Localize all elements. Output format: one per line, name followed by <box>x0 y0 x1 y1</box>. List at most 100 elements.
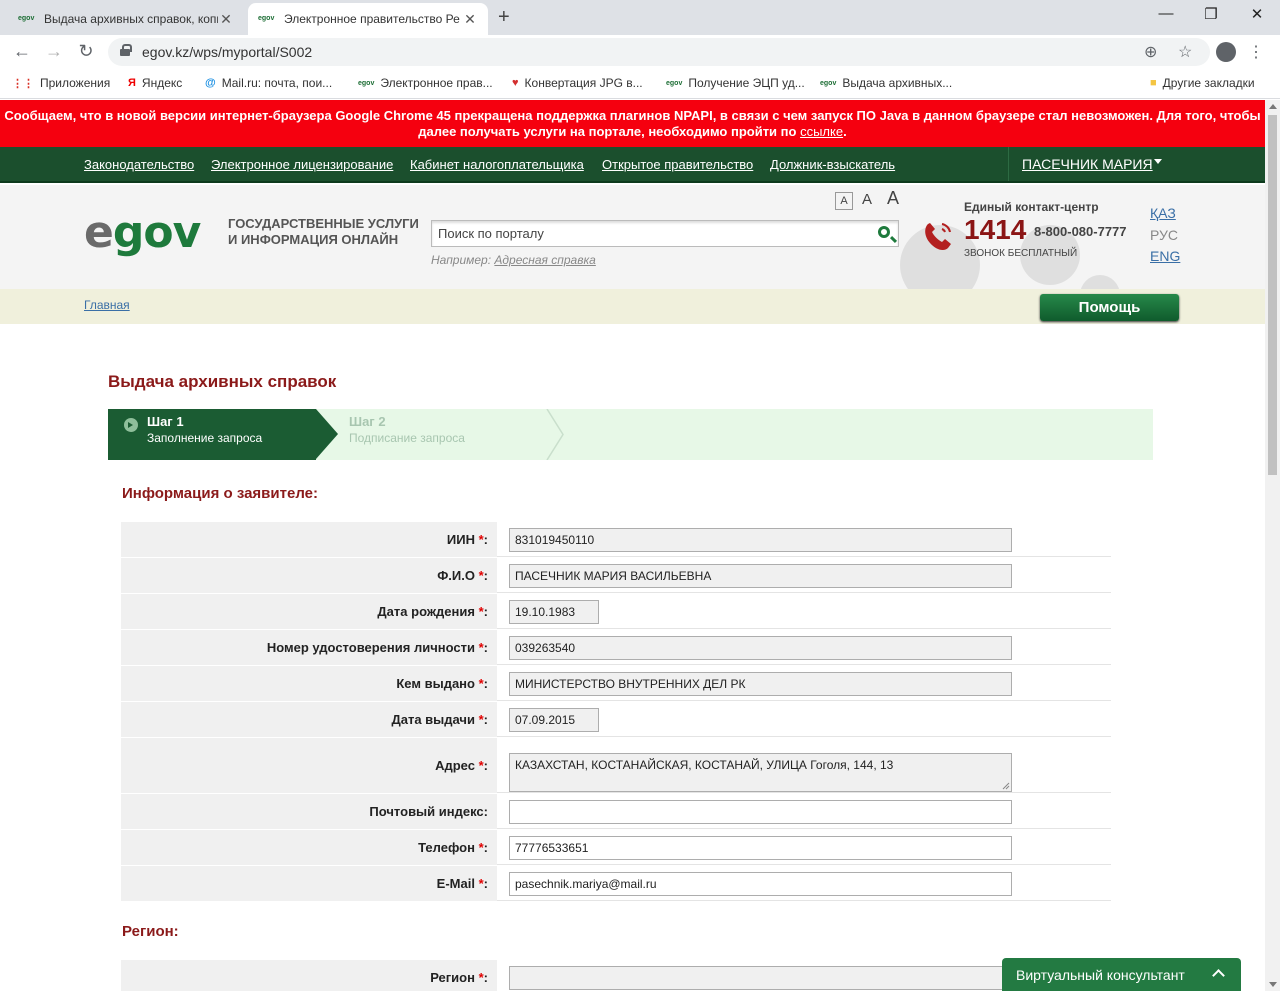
egov-favicon-icon: egov <box>258 15 275 22</box>
bookmarks-bar: ⋮⋮ Приложения Я Яндекс @ Mail.ru: почта,… <box>0 69 1280 99</box>
browser-toolbar: ← → ↻ egov.kz/wps/myportal/S002 ⊕ ☆ <box>0 35 1280 69</box>
nav-legislation[interactable]: Законодательство <box>84 157 194 172</box>
egov-logo[interactable]: egov <box>84 207 201 258</box>
step-1-arrow <box>316 409 338 459</box>
postal-code-field[interactable] <box>509 800 1012 824</box>
reload-icon[interactable]: ↻ <box>74 41 98 62</box>
browser-menu-icon[interactable]: ⋮ <box>1248 42 1264 62</box>
back-arrow-icon[interactable]: ← <box>10 41 34 62</box>
help-button[interactable]: Помощь <box>1040 294 1179 321</box>
field-label: Дата рождения *: <box>121 594 497 629</box>
site-tagline: ГОСУДАРСТВЕННЫЕ УСЛУГИ И ИНФОРМАЦИЯ ОНЛА… <box>228 216 419 247</box>
contact-center-title: Единый контакт-центр <box>964 200 1099 214</box>
field-row-address: Адрес *: КАЗАХСТАН, КОСТАНАЙСКАЯ, КОСТАН… <box>121 738 1111 794</box>
step-1: Шаг 1 Заполнение запроса <box>108 409 316 460</box>
bookmark-yandex[interactable]: Я Яндекс <box>128 76 182 90</box>
account-avatar-icon[interactable] <box>1216 42 1236 62</box>
bookmark-label: Другие закладки <box>1162 76 1255 90</box>
bookmark-mailru[interactable]: @ Mail.ru: почта, пои... <box>205 76 332 90</box>
top-navigation: Законодательство Электронное лицензирова… <box>0 147 1265 183</box>
resize-grip-icon[interactable] <box>1002 782 1010 790</box>
field-label: Регион *: <box>121 960 497 991</box>
nav-licensing[interactable]: Электронное лицензирование <box>211 157 393 172</box>
bookmark-other[interactable]: ■ Другие закладки <box>1150 76 1255 90</box>
iin-field[interactable]: 831019450110 <box>509 528 1012 552</box>
contact-center-number: 1414 <box>964 214 1027 245</box>
field-row-phone: Телефон *: 77776533651 <box>121 830 1111 866</box>
nav-open-government[interactable]: Открытое правительство <box>602 157 753 172</box>
browser-tab-archive[interactable]: egov Выдача архивных справок, копи ✕ <box>8 3 244 35</box>
font-size-small-button[interactable]: A <box>835 192 853 210</box>
field-label: Номер удостоверения личности *: <box>121 630 497 665</box>
step-1-title: Шаг 1 <box>147 414 184 429</box>
phone-field[interactable]: 77776533651 <box>509 836 1012 860</box>
region-section-title: Регион: <box>122 923 179 940</box>
scroll-thumb[interactable] <box>1268 115 1277 475</box>
search-input[interactable] <box>432 221 862 246</box>
close-tab-icon[interactable]: ✕ <box>462 11 478 28</box>
tab-title: Электронное правительство Ре <box>284 12 460 26</box>
breadcrumb-home[interactable]: Главная <box>84 298 130 312</box>
field-label: Адрес *: <box>121 738 497 793</box>
mailru-icon: @ <box>205 77 216 89</box>
font-size-medium-button[interactable]: A <box>862 191 872 208</box>
user-menu[interactable]: ПАСЕЧНИК МАРИЯ <box>1022 156 1153 172</box>
bookmark-star-icon[interactable]: ☆ <box>1178 42 1192 62</box>
field-row-id-number: Номер удостоверения личности *: 03926354… <box>121 630 1111 666</box>
nav-debtor[interactable]: Должник-взыскатель <box>770 157 895 172</box>
address-bar[interactable]: egov.kz/wps/myportal/S002 ⊕ ☆ <box>108 38 1210 66</box>
lang-russian: РУС <box>1150 227 1179 243</box>
fio-field[interactable]: ПАСЕЧНИК МАРИЯ ВАСИЛЬЕВНА <box>509 564 1012 588</box>
field-label: Ф.И.О *: <box>121 558 497 593</box>
zoom-icon[interactable]: ⊕ <box>1144 42 1157 62</box>
browser-tab-egov[interactable]: egov Электронное правительство Ре ✕ <box>248 3 488 35</box>
birthdate-field[interactable]: 19.10.1983 <box>509 600 599 624</box>
minimize-window-button[interactable]: — <box>1154 5 1178 22</box>
bookmark-egov-3[interactable]: egov Выдача архивных... <box>820 76 952 90</box>
id-number-field[interactable]: 039263540 <box>509 636 1012 660</box>
egov-icon: egov <box>666 79 683 87</box>
step-separator-icon <box>546 409 564 460</box>
example-link[interactable]: Адресная справка <box>494 253 595 267</box>
contact-center-alt-number: 8-800-080-7777 <box>1034 224 1127 239</box>
alert-link[interactable]: ссылке <box>800 124 843 139</box>
forward-arrow-icon[interactable]: → <box>42 41 66 62</box>
issuer-field[interactable]: МИНИСТЕРСТВО ВНУТРЕННИХ ДЕЛ РК <box>509 672 1012 696</box>
bookmark-label: Электронное прав... <box>380 76 493 90</box>
lang-english[interactable]: ENG <box>1150 248 1180 264</box>
portal-search <box>431 220 899 247</box>
close-tab-icon[interactable]: ✕ <box>218 11 234 28</box>
new-tab-button[interactable]: + <box>498 6 510 29</box>
issue-date-field[interactable]: 07.09.2015 <box>509 708 599 732</box>
email-field[interactable]: pasechnik.mariya@mail.ru <box>509 872 1012 896</box>
close-window-button[interactable]: ✕ <box>1245 5 1269 23</box>
step-arrow-icon <box>124 418 138 432</box>
lang-kazakh[interactable]: ҚАЗ <box>1150 205 1176 221</box>
scroll-up-icon[interactable] <box>1269 104 1277 109</box>
bookmark-apps[interactable]: ⋮⋮ Приложения <box>12 76 110 90</box>
breadcrumb: Главная Помощь <box>0 289 1265 324</box>
virtual-consultant-button[interactable]: Виртуальный консультант <box>1002 958 1241 991</box>
chevron-up-icon[interactable] <box>1212 969 1225 982</box>
tab-title: Выдача архивных справок, копи <box>44 12 218 26</box>
address-url[interactable]: egov.kz/wps/myportal/S002 <box>142 44 312 60</box>
phone-icon <box>925 223 951 251</box>
chevron-down-icon[interactable] <box>1154 159 1162 164</box>
page-scrollbar[interactable] <box>1265 100 1280 991</box>
nav-divider <box>1008 147 1009 181</box>
address-textarea[interactable]: КАЗАХСТАН, КОСТАНАЙСКАЯ, КОСТАНАЙ, УЛИЦА… <box>509 753 1012 792</box>
region-select[interactable] <box>509 966 1012 990</box>
bookmark-label: Приложения <box>40 76 111 90</box>
bookmark-egov-1[interactable]: egov Электронное прав... <box>358 76 493 90</box>
bookmark-label: Яндекс <box>141 76 183 90</box>
bookmark-jpg[interactable]: ♥ Конвертация JPG в... <box>512 76 643 90</box>
search-icon[interactable] <box>878 226 890 238</box>
nav-taxpayer[interactable]: Кабинет налогоплательщика <box>410 157 584 172</box>
yandex-icon: Я <box>128 77 136 89</box>
font-size-large-button[interactable]: A <box>887 188 899 209</box>
bookmark-label: Выдача архивных... <box>842 76 953 90</box>
npapi-alert-banner: Сообщаем, что в новой версии интернет-бр… <box>0 100 1265 147</box>
bookmark-egov-2[interactable]: egov Получение ЭЦП уд... <box>666 76 805 90</box>
scroll-down-icon[interactable] <box>1269 982 1277 987</box>
restore-window-button[interactable]: ❐ <box>1199 5 1223 23</box>
